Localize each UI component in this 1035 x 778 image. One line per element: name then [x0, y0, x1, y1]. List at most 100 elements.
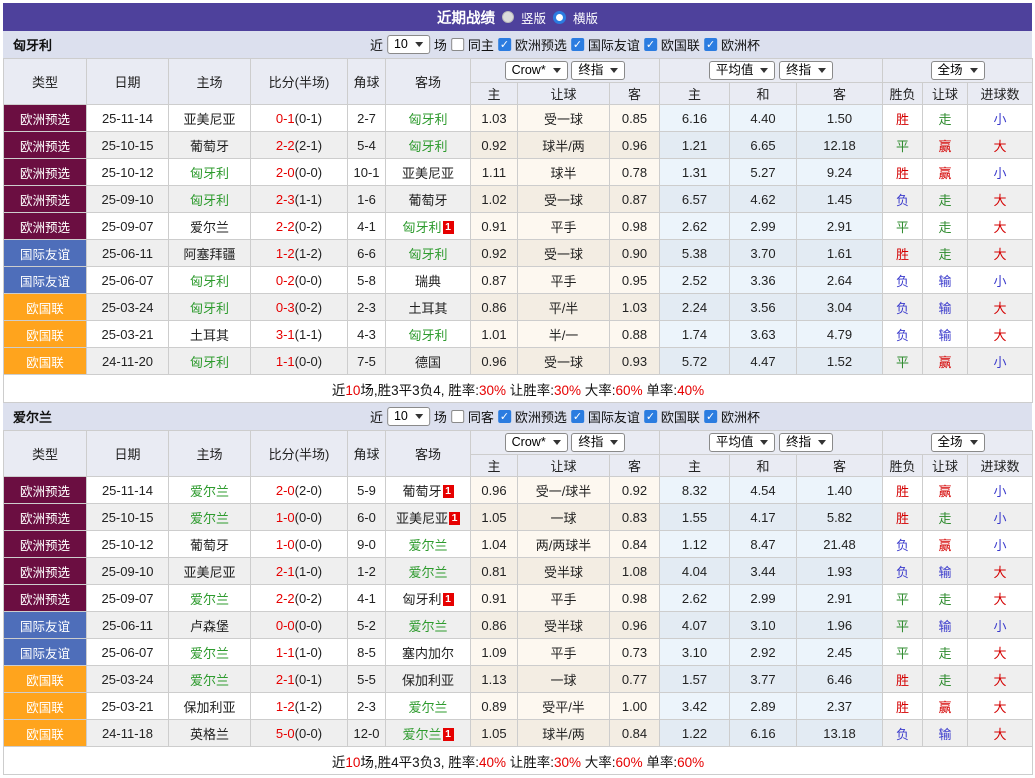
home-team-cell: 爱尔兰 [169, 477, 251, 504]
half-time-score: (1-2) [295, 699, 322, 714]
summary-segment: 30% [554, 755, 581, 770]
avg-away-odds: 2.64 [797, 267, 883, 294]
filter-bar: 匈牙利 近 10 场 同主 欧洲预选 国际友谊 欧国联 欧洲杯 [3, 31, 1032, 58]
hcp-home-odds: 0.89 [471, 693, 518, 720]
filter-controls: 近 10 场 同客 欧洲预选 国际友谊 欧国联 欧洲杯 [370, 407, 760, 426]
final-odds-select[interactable]: 终指 [571, 433, 625, 452]
hcp-line: 受一/球半 [518, 477, 610, 504]
away-team-cell: 亚美尼亚 [386, 159, 471, 186]
match-row: 欧洲预选25-10-15葡萄牙2-2(2-1)5-4匈牙利0.92球半/两0.9… [4, 132, 1033, 159]
final-odds-select[interactable]: 终指 [571, 61, 625, 80]
away-team-name: 保加利亚 [402, 673, 454, 688]
full-time-score: 0-3 [276, 300, 295, 315]
avg-home-odds: 1.55 [660, 504, 730, 531]
th-type: 类型 [4, 59, 87, 105]
away-team-cell: 匈牙利1 [386, 585, 471, 612]
hcp-away-odds: 0.92 [610, 477, 660, 504]
full-match-select[interactable]: 全场 [931, 433, 985, 452]
hcp-away-odds: 1.00 [610, 693, 660, 720]
half-time-score: (0-0) [295, 726, 322, 741]
result-group: 全场 [883, 59, 1033, 83]
goals-result: 大 [968, 132, 1033, 159]
home-team-name: 保加利亚 [183, 700, 235, 715]
full-match-select[interactable]: 全场 [931, 61, 985, 80]
home-team-cell: 爱尔兰 [169, 504, 251, 531]
result-group: 全场 [883, 431, 1033, 455]
goals-result: 大 [968, 240, 1033, 267]
euro-qualifier-checkbox[interactable] [498, 38, 511, 51]
euro-cup-checkbox[interactable] [704, 38, 717, 51]
games-label: 场 [434, 407, 447, 426]
hcp-away-odds: 0.88 [610, 321, 660, 348]
home-team-cell: 匈牙利 [169, 186, 251, 213]
avg-home-odds: 3.42 [660, 693, 730, 720]
home-team-cell: 葡萄牙 [169, 531, 251, 558]
match-row: 国际友谊25-06-11卢森堡0-0(0-0)5-2爱尔兰0.86受半球0.96… [4, 612, 1033, 639]
summary-segment: 30% [479, 383, 506, 398]
match-date: 25-06-07 [87, 639, 169, 666]
home-team-cell: 卢森堡 [169, 612, 251, 639]
hcp-home-odds: 0.86 [471, 612, 518, 639]
bookmaker-select[interactable]: Crow* [505, 433, 568, 452]
avg-draw-odds: 3.44 [730, 558, 797, 585]
goals-result: 小 [968, 477, 1033, 504]
final-odds-select[interactable]: 终指 [779, 61, 833, 80]
corner-count: 5-2 [348, 612, 386, 639]
hcp-home-odds: 0.91 [471, 585, 518, 612]
away-team-cell: 爱尔兰 [386, 531, 471, 558]
games-count-value: 10 [394, 37, 408, 52]
friendly-checkbox[interactable] [571, 410, 584, 423]
summary-segment: 场,胜4平3负3, 胜率: [360, 755, 479, 770]
chevron-down-icon [553, 440, 561, 445]
horizontal-layout-radio[interactable] [553, 11, 566, 24]
euro-cup-checkbox[interactable] [704, 410, 717, 423]
euro-qualifier-checkbox[interactable] [498, 410, 511, 423]
nations-league-checkbox[interactable] [644, 38, 657, 51]
home-team-cell: 匈牙利 [169, 267, 251, 294]
competition-type-badge: 国际友谊 [4, 612, 87, 639]
handicap-result: 走 [923, 504, 968, 531]
hcp-line: 球半/两 [518, 720, 610, 747]
avg-away-odds: 1.61 [797, 240, 883, 267]
score-cell: 3-1(1-1) [251, 321, 348, 348]
competition-type-badge: 欧国联 [4, 294, 87, 321]
competition-type-badge: 欧洲预选 [4, 186, 87, 213]
match-date: 25-10-12 [87, 531, 169, 558]
goals-result: 大 [968, 294, 1033, 321]
hcp-away-odds: 0.95 [610, 267, 660, 294]
games-count-select[interactable]: 10 [387, 35, 430, 54]
match-date: 25-03-24 [87, 294, 169, 321]
match-row: 欧洲预选25-09-10亚美尼亚2-1(1-0)1-2爱尔兰0.81受半球1.0… [4, 558, 1033, 585]
half-time-score: (1-2) [295, 246, 322, 261]
goals-result: 大 [968, 666, 1033, 693]
friendly-checkbox[interactable] [571, 38, 584, 51]
corner-count: 4-1 [348, 585, 386, 612]
near-label: 近 [370, 35, 383, 54]
competition-type-badge: 欧洲预选 [4, 585, 87, 612]
th-handicap-result: 让球 [923, 83, 968, 105]
vertical-layout-radio[interactable] [502, 11, 514, 23]
games-count-select[interactable]: 10 [387, 407, 430, 426]
summary-segment: 近 [332, 383, 346, 398]
bookmaker-select[interactable]: Crow* [505, 61, 568, 80]
score-cell: 2-1(0-1) [251, 666, 348, 693]
average-select[interactable]: 平均值 [709, 433, 776, 452]
competition-type-badge: 欧洲预选 [4, 504, 87, 531]
win-lose-result: 胜 [883, 105, 923, 132]
red-card-badge: 1 [443, 221, 454, 234]
avg-home-odds: 4.07 [660, 612, 730, 639]
same-away-checkbox[interactable] [451, 410, 464, 423]
nations-league-checkbox[interactable] [644, 410, 657, 423]
home-team-cell: 保加利亚 [169, 693, 251, 720]
handicap-result: 走 [923, 105, 968, 132]
same-home-checkbox[interactable] [451, 38, 464, 51]
euro-qualifier-label: 欧洲预选 [515, 35, 567, 54]
final-odds-select[interactable]: 终指 [779, 433, 833, 452]
half-time-score: (0-2) [295, 591, 322, 606]
bookmaker-value: Crow* [512, 63, 546, 78]
red-card-badge: 1 [449, 512, 460, 525]
average-select[interactable]: 平均值 [709, 61, 776, 80]
home-team-name: 爱尔兰 [190, 484, 229, 499]
competition-type-badge: 欧洲预选 [4, 531, 87, 558]
hcp-line: 平手 [518, 585, 610, 612]
